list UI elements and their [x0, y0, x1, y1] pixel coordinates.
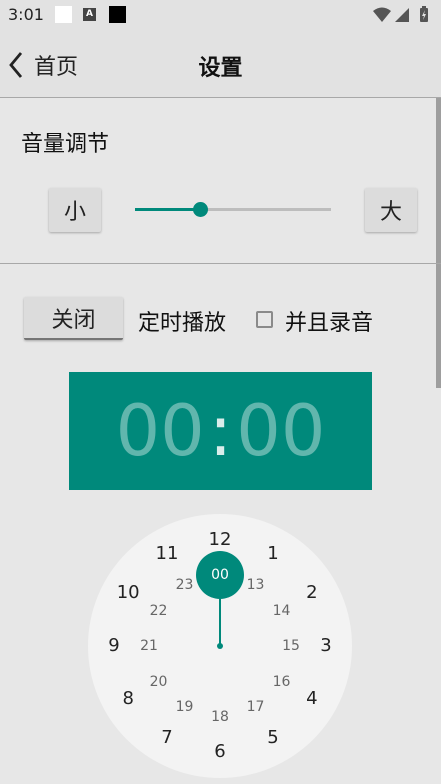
clock-number-17[interactable]: 17: [247, 700, 265, 714]
volume-slider[interactable]: [135, 199, 331, 221]
black-square-icon: [109, 6, 126, 23]
clock-number-10[interactable]: 10: [117, 584, 140, 602]
battery-icon: [420, 6, 428, 22]
clock-number-8[interactable]: 8: [122, 690, 133, 708]
timer-toggle-button[interactable]: 关闭: [24, 297, 123, 340]
a-badge-icon: A: [83, 8, 96, 21]
status-bar: 3:01 A: [0, 0, 441, 30]
record-checkbox[interactable]: [253, 308, 275, 330]
clock-number-14[interactable]: 14: [273, 604, 291, 618]
clock-number-21[interactable]: 21: [140, 639, 158, 653]
clock-number-6[interactable]: 6: [214, 743, 225, 761]
signal-icon: [395, 8, 409, 22]
time-minute[interactable]: 00: [236, 396, 325, 466]
clock-number-5[interactable]: 5: [267, 728, 278, 747]
clock-dial[interactable]: 00 12 1 2 3 4 5 6 7 8 9 10 11 13 14 15 16 17 18 19 20 21 22 23: [88, 514, 352, 778]
volume-increase-button[interactable]: 大: [365, 188, 417, 232]
app-bar: 首页 设置: [0, 30, 441, 98]
clock-number-16[interactable]: 16: [273, 675, 291, 689]
clock-number-18[interactable]: 18: [211, 710, 229, 724]
record-label: 并且录音: [285, 311, 374, 336]
slider-fill: [135, 208, 200, 211]
clock-number-4[interactable]: 4: [306, 690, 317, 708]
page-title: 设置: [198, 56, 243, 81]
time-hour[interactable]: 00: [116, 396, 205, 466]
volume-title: 音量调节: [21, 132, 110, 157]
clock-number-20[interactable]: 20: [150, 675, 168, 689]
time-separator: :: [208, 390, 233, 472]
clock-number-13[interactable]: 13: [247, 578, 265, 592]
wifi-icon: [373, 7, 391, 22]
time-display: 00 : 00: [69, 372, 372, 490]
clock-number-9[interactable]: 9: [108, 637, 119, 655]
clock-number-19[interactable]: 19: [176, 700, 194, 714]
scrollbar[interactable]: [436, 98, 441, 388]
clock-number-23[interactable]: 23: [176, 578, 194, 592]
clock-number-12[interactable]: 12: [209, 531, 232, 549]
clock-number-selected[interactable]: 00: [211, 568, 229, 582]
volume-decrease-button[interactable]: 小: [49, 188, 101, 232]
clock-number-2[interactable]: 2: [306, 584, 317, 602]
white-square-icon: [55, 6, 72, 23]
slider-thumb[interactable]: [192, 202, 208, 217]
clock-number-3[interactable]: 3: [320, 637, 331, 655]
status-time: 3:01: [8, 5, 44, 24]
timed-play-label: 定时播放: [138, 311, 227, 336]
status-icons: [373, 6, 428, 22]
checkbox-box: [255, 310, 273, 328]
clock-hand: [219, 599, 221, 645]
clock-number-11[interactable]: 11: [156, 545, 179, 563]
clock-number-22[interactable]: 22: [150, 604, 168, 618]
clock-number-1[interactable]: 1: [267, 545, 278, 563]
clock-number-7[interactable]: 7: [161, 728, 172, 747]
clock-center-dot: [217, 643, 223, 649]
section-divider: [0, 263, 441, 264]
clock-number-15[interactable]: 15: [282, 639, 300, 653]
